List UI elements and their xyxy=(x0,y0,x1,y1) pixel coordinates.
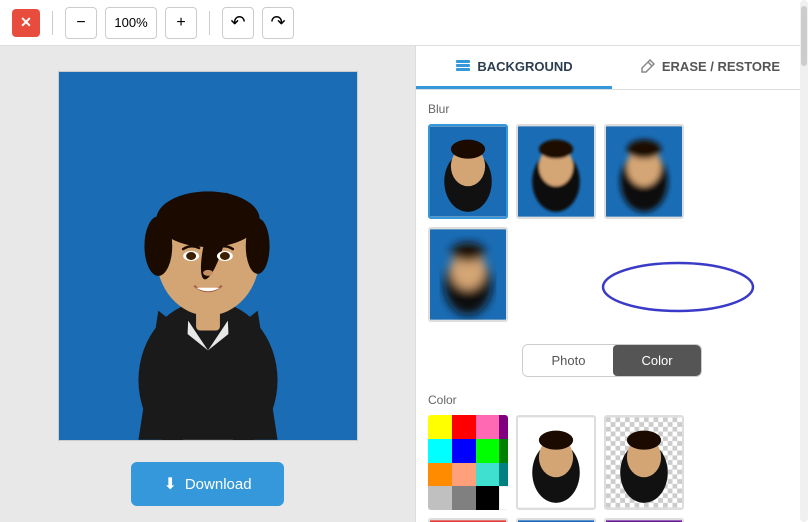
color-thumbnails-row2 xyxy=(428,518,796,522)
scrollbar-track[interactable] xyxy=(800,46,808,522)
color-thumb-transparent[interactable] xyxy=(604,415,684,510)
brush-icon xyxy=(640,58,656,74)
main-area: ⬇ Download BACKGROUND ERASE / RESTORE xyxy=(0,46,808,522)
photo-container xyxy=(16,62,399,450)
tab-erase-restore[interactable]: ERASE / RESTORE xyxy=(612,46,808,89)
undo-button[interactable]: ↶ xyxy=(222,7,254,39)
close-icon: ✕ xyxy=(20,14,32,31)
zoom-level: 100% xyxy=(105,7,157,39)
blur-thumbnails-row2 xyxy=(428,227,796,322)
color-thumb-purple[interactable] xyxy=(604,518,684,522)
photo-color-toggle: Photo Color xyxy=(522,344,701,377)
panel-content: Blur xyxy=(416,90,808,522)
canvas-area: ⬇ Download xyxy=(0,46,415,522)
divider2 xyxy=(209,11,210,35)
blur-thumb-3[interactable] xyxy=(604,124,684,219)
color-swatch-grid[interactable] xyxy=(428,415,508,510)
color-thumb-white[interactable] xyxy=(516,415,596,510)
photo-image xyxy=(59,72,357,440)
download-icon: ⬇ xyxy=(163,474,176,494)
undo-icon: ↶ xyxy=(230,12,245,33)
zoom-in-button[interactable]: + xyxy=(165,7,197,39)
color-thumb-blue[interactable] xyxy=(516,518,596,522)
minus-icon: − xyxy=(76,14,85,32)
blur-thumbnails xyxy=(428,124,796,219)
tab-background[interactable]: BACKGROUND xyxy=(416,46,612,89)
color-thumb-red[interactable] xyxy=(428,518,508,522)
blur-thumb-1[interactable] xyxy=(428,124,508,219)
blur-thumb-2[interactable] xyxy=(516,124,596,219)
divider xyxy=(52,11,53,35)
right-panel: BACKGROUND ERASE / RESTORE Blur xyxy=(415,46,808,522)
plus-icon: + xyxy=(176,14,185,32)
tab-bar: BACKGROUND ERASE / RESTORE xyxy=(416,46,808,90)
color-type-button[interactable]: Color xyxy=(613,345,700,376)
photo-type-button[interactable]: Photo xyxy=(523,345,613,376)
color-section-label: Color xyxy=(428,393,796,407)
redo-button[interactable]: ↷ xyxy=(262,7,294,39)
color-thumbnails-row1 xyxy=(428,415,796,510)
type-btn-row: Photo Color xyxy=(428,332,796,385)
close-button[interactable]: ✕ xyxy=(12,9,40,37)
download-button[interactable]: ⬇ Download xyxy=(131,462,283,506)
redo-icon: ↷ xyxy=(270,12,285,33)
layers-icon xyxy=(455,58,471,74)
photo-frame xyxy=(58,71,358,441)
zoom-out-button[interactable]: − xyxy=(65,7,97,39)
blur-label: Blur xyxy=(428,102,796,116)
blur-thumb-4[interactable] xyxy=(428,227,508,322)
scrollbar-thumb[interactable] xyxy=(801,46,807,66)
toolbar: ✕ − 100% + ↶ ↷ xyxy=(0,0,808,46)
